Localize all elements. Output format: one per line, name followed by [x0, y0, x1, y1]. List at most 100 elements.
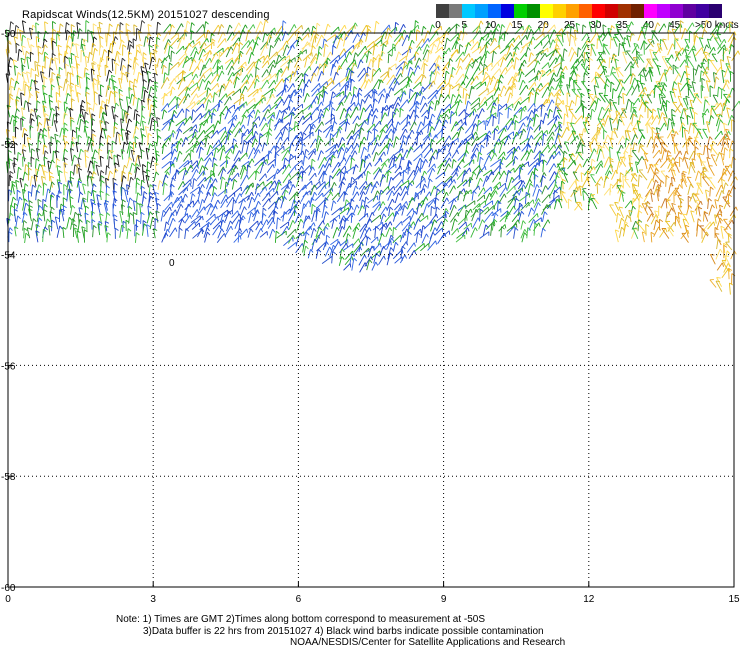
- wind-barb-shaft: [532, 27, 540, 36]
- wind-barb-shaft: [154, 44, 157, 54]
- wind-barb-flag: [600, 176, 604, 181]
- wind-barb-shaft: [434, 25, 442, 34]
- wind-barb-shaft: [574, 29, 577, 41]
- wind-barb-flag: [259, 133, 264, 137]
- wind-barb-flag: [396, 108, 400, 113]
- wind-barb-shaft: [533, 41, 542, 50]
- wind-barb-flag: [299, 57, 302, 62]
- wind-barb-flag: [414, 121, 417, 126]
- wind-barb-shaft: [492, 115, 494, 127]
- wind-barb-shaft: [436, 41, 441, 50]
- wind-barb-flag: [241, 65, 245, 69]
- wind-barb-shaft: [479, 53, 486, 64]
- wind-barb-flag: [678, 52, 682, 57]
- wind-barb-shaft: [35, 158, 37, 169]
- wind-barb-flag: [480, 156, 484, 161]
- wind-barb-flag: [556, 34, 561, 37]
- wind-barb-shaft: [519, 128, 524, 140]
- wind-barb-flag: [363, 107, 367, 112]
- wind-barb-flag: [516, 46, 520, 50]
- wind-barb-flag: [339, 129, 341, 134]
- wind-barb-shaft: [98, 57, 102, 71]
- wind-barb-shaft: [84, 155, 87, 168]
- wind-barb-flag: [536, 87, 541, 92]
- wind-barb-flag: [680, 20, 684, 24]
- wind-barb-flag: [501, 74, 504, 79]
- wind-barb-flag: [269, 104, 271, 109]
- wind-barb-shaft: [336, 53, 346, 62]
- wind-barb-flag: [610, 101, 613, 107]
- wind-barb-flag: [706, 19, 710, 24]
- wind-barb-shaft: [434, 100, 438, 111]
- wind-barb-flag: [551, 136, 554, 141]
- wind-barb-shaft: [92, 134, 94, 147]
- wind-barb-flag: [640, 74, 644, 78]
- wind-barb-flag: [344, 24, 347, 29]
- wind-barb-shaft: [318, 156, 326, 169]
- wind-barb-flag: [304, 184, 307, 189]
- wind-barb-flag: [252, 24, 256, 29]
- wind-barb-shaft: [588, 21, 592, 33]
- wind-barb-shaft: [423, 116, 426, 127]
- wind-barb-shaft: [126, 29, 129, 41]
- wind-barb-flag: [456, 150, 459, 155]
- wind-barb-flag: [110, 90, 114, 95]
- wind-barb-shaft: [323, 187, 333, 197]
- wind-barb-shaft: [35, 36, 38, 48]
- wind-barb-flag: [395, 136, 400, 140]
- wind-barb-flag: [324, 90, 329, 95]
- wind-barb-flag: [723, 168, 727, 172]
- wind-barb-flag: [318, 52, 322, 56]
- wind-barb-flag: [702, 128, 707, 131]
- wind-barb-shaft: [27, 93, 31, 103]
- wind-barb-flag: [427, 136, 431, 141]
- wind-barb-flag: [662, 56, 667, 58]
- wind-barb-flag: [397, 102, 401, 107]
- wind-barb-flag: [142, 133, 146, 138]
- wind-barb-flag: [251, 158, 255, 163]
- wind-barb-shaft: [121, 165, 125, 176]
- wind-barb-flag: [164, 182, 168, 186]
- wind-barb-shaft: [359, 99, 363, 111]
- wind-barb-flag: [620, 172, 624, 176]
- wind-barb-shaft: [622, 93, 625, 105]
- wind-barb-shaft: [694, 170, 699, 181]
- wind-barb-flag: [515, 120, 519, 124]
- wind-barb-flag: [523, 128, 527, 133]
- wind-barb-flag: [503, 127, 507, 132]
- wind-barb-flag: [209, 93, 213, 98]
- wind-barb-flag: [194, 135, 197, 140]
- wind-barb-flag: [494, 38, 498, 43]
- wind-barb-flag: [236, 42, 240, 47]
- wind-barb-shaft: [651, 108, 654, 120]
- wind-barb-flag: [292, 184, 296, 189]
- wind-barb-flag: [93, 36, 98, 40]
- wind-barb-flag: [59, 66, 63, 71]
- wind-barb-shaft: [26, 38, 31, 48]
- wind-barb-flag: [663, 23, 667, 28]
- wind-barb-flag: [197, 86, 200, 91]
- wind-barb-shaft: [49, 57, 52, 69]
- wind-barb-shaft: [324, 137, 334, 147]
- wind-barb-flag: [190, 116, 193, 121]
- wind-barb-shaft: [352, 173, 363, 183]
- wind-barb-flag: [224, 38, 227, 43]
- wind-barb-flag: [363, 136, 367, 141]
- wind-barb-flag: [448, 135, 452, 140]
- wind-barb-shaft: [395, 179, 403, 189]
- wind-barb-shaft: [57, 100, 60, 111]
- wind-barb-flag: [30, 108, 35, 112]
- wind-barb-flag: [91, 129, 96, 133]
- wind-barb-flag: [424, 63, 428, 67]
- wind-barb-flag: [462, 158, 465, 163]
- wind-barb-shaft: [23, 183, 26, 194]
- wind-barb-flag: [340, 170, 345, 175]
- wind-barb-flag: [437, 66, 440, 71]
- wind-barb-flag: [129, 44, 134, 48]
- wind-barb-flag: [312, 25, 317, 30]
- wind-barb-shaft: [391, 171, 401, 181]
- wind-barb-flag: [490, 37, 493, 43]
- wind-barb-shaft: [433, 119, 440, 131]
- wind-barb-shaft: [168, 96, 176, 106]
- wind-barb-shaft: [653, 85, 656, 98]
